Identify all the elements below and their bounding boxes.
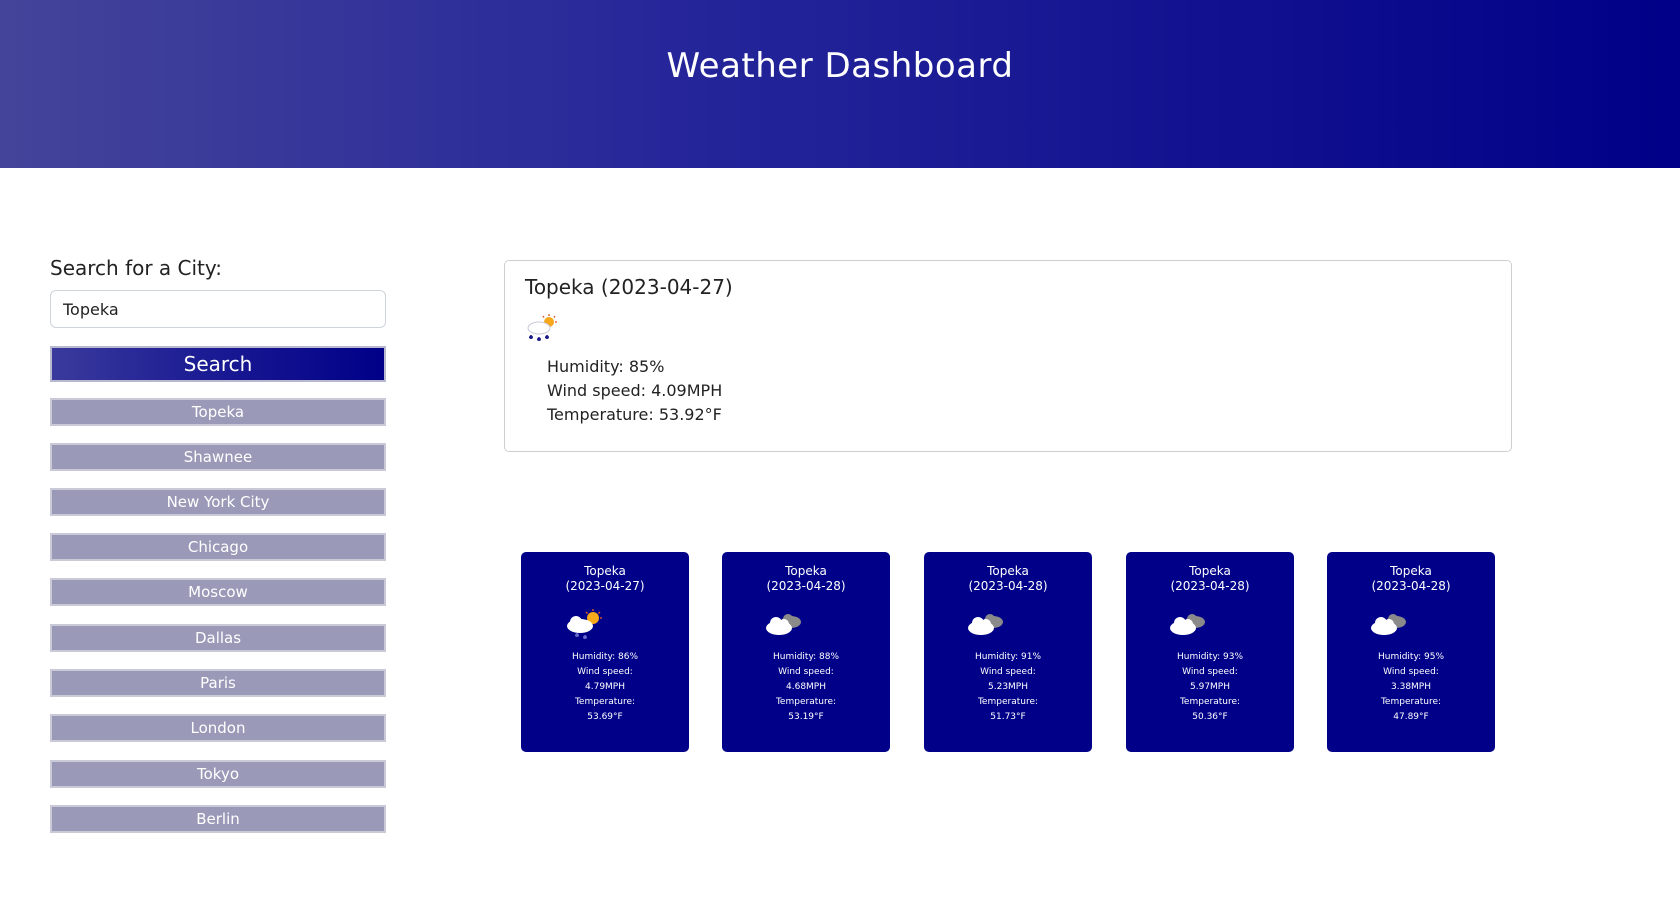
forecast-temp-label: Temperature: [1380,697,1442,707]
forecast-city: Topeka [1390,564,1432,578]
page-header: Weather Dashboard [0,0,1680,168]
cloudy-icon [968,614,1003,635]
history-button-moscow[interactable]: Moscow [50,578,386,606]
forecast-city: Topeka [1189,564,1231,578]
forecast-temp: 51.73°F [990,712,1026,722]
forecast-humidity: Humidity: 88% [772,652,840,662]
forecast-card: Topeka (2023-04-27) Humidity: 86% Wind s… [521,552,689,752]
forecast-card: Topeka (2023-04-28) Humidity: 95% Wind s… [1327,552,1495,752]
city-search-input[interactable] [50,290,386,328]
history-button-topeka[interactable]: Topeka [50,398,386,426]
history-button-london[interactable]: London [50,714,386,742]
history-button-new-york-city[interactable]: New York City [50,488,386,516]
forecast-wind: 4.68MPH [786,682,826,692]
forecast-date: (2023-04-28) [766,579,846,593]
forecast-humidity: Humidity: 86% [571,652,639,662]
history-button-chicago[interactable]: Chicago [50,533,386,561]
search-button[interactable]: Search [50,346,386,382]
forecast-wind-label: Wind speed: [980,667,1036,677]
current-weather-title: Topeka (2023-04-27) [525,275,733,299]
forecast-city: Topeka [785,564,827,578]
cloudy-icon [1371,614,1406,635]
forecast-humidity: Humidity: 93% [1176,652,1244,662]
forecast-temp-label: Temperature: [574,697,636,707]
history-button-dallas[interactable]: Dallas [50,624,386,652]
forecast-wind-label: Wind speed: [778,667,834,677]
forecast-temp: 47.89°F [1393,712,1429,722]
forecast-wind: 4.79MPH [585,682,625,692]
forecast-temp-label: Temperature: [977,697,1039,707]
forecast-wind: 5.97MPH [1190,682,1230,692]
forecast-temp-label: Temperature: [1179,697,1241,707]
rain-sun-icon [567,609,602,639]
history-button-paris[interactable]: Paris [50,669,386,697]
cloudy-icon [766,614,801,635]
current-humidity: Humidity: 85% [547,357,665,376]
history-button-shawnee[interactable]: Shawnee [50,443,386,471]
forecast-city: Topeka [987,564,1029,578]
current-temperature: Temperature: 53.92°F [547,405,722,424]
current-weather-card: Topeka (2023-04-27) Humidity: 85% Wind s… [504,260,1512,452]
page-title: Weather Dashboard [666,46,1014,86]
forecast-date: (2023-04-28) [968,579,1048,593]
current-wind-speed: Wind speed: 4.09MPH [547,381,723,400]
forecast-wind: 3.38MPH [1391,682,1431,692]
forecast-city: Topeka [584,564,626,578]
forecast-card: Topeka (2023-04-28) Humidity: 93% Wind s… [1126,552,1294,752]
forecast-temp-label: Temperature: [775,697,837,707]
forecast-temp: 53.69°F [587,712,623,722]
forecast-wind: 5.23MPH [988,682,1028,692]
history-button-tokyo[interactable]: Tokyo [50,760,386,788]
forecast-temp: 53.19°F [788,712,824,722]
rain-sun-icon [527,314,557,341]
forecast-card: Topeka (2023-04-28) Humidity: 91% Wind s… [924,552,1092,752]
forecast-card: Topeka (2023-04-28) Humidity: 88% Wind s… [722,552,890,752]
history-button-berlin[interactable]: Berlin [50,805,386,833]
forecast-date: (2023-04-28) [1371,579,1451,593]
forecast-wind-label: Wind speed: [1383,667,1439,677]
forecast-humidity: Humidity: 95% [1377,652,1445,662]
forecast-date: (2023-04-27) [565,579,645,593]
forecast-humidity: Humidity: 91% [974,652,1042,662]
search-label: Search for a City: [50,256,223,280]
forecast-wind-label: Wind speed: [577,667,633,677]
forecast-wind-label: Wind speed: [1182,667,1238,677]
cloudy-icon [1170,614,1205,635]
forecast-temp: 50.36°F [1192,712,1228,722]
forecast-date: (2023-04-28) [1170,579,1250,593]
